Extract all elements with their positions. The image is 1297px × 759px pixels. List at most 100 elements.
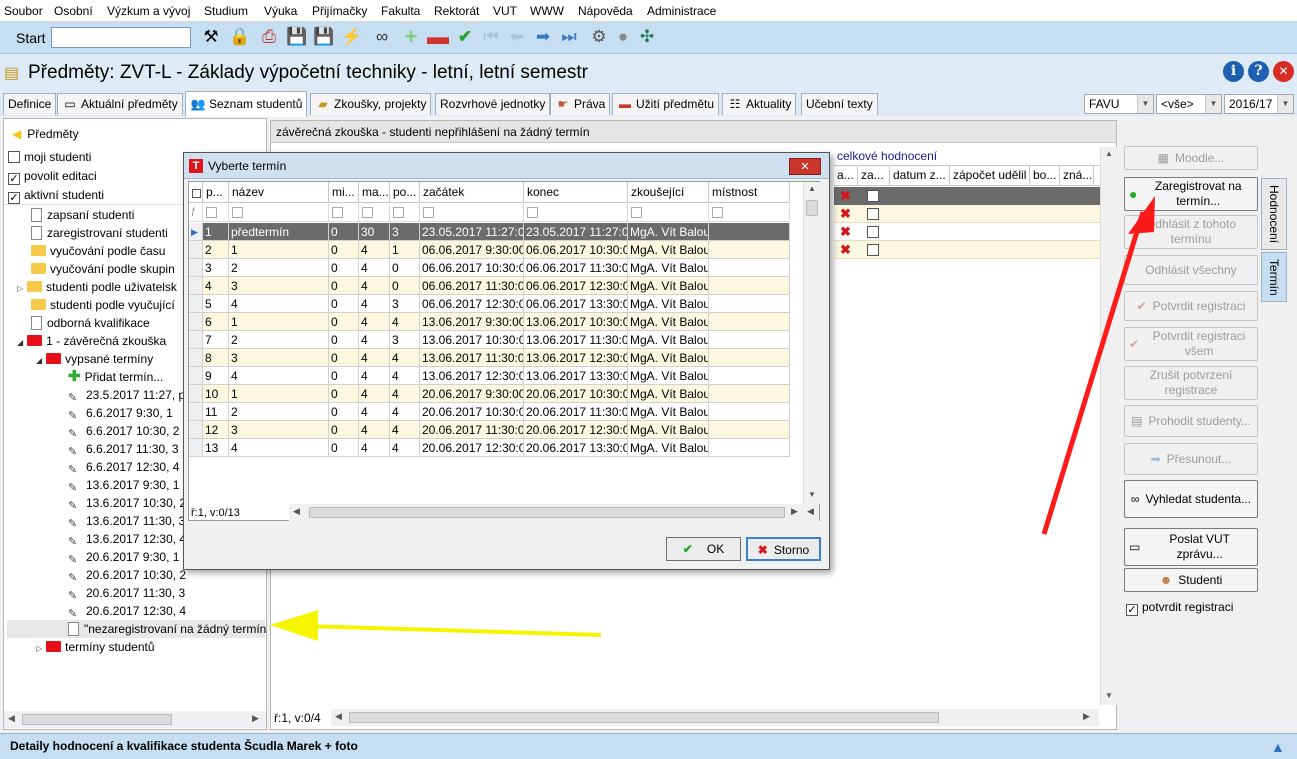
vtab-hodnoceni[interactable]: Hodnocení [1261, 178, 1287, 250]
confirm-registration-option[interactable]: ✓ potvrdit registraci [1126, 598, 1233, 616]
table-row[interactable]: 10 1 0 4 4 20.06.2017 9:30:00 20.06.2017 10:30… [189, 385, 790, 403]
menu-vyuka[interactable]: Výuka [264, 4, 297, 18]
dialog-vertical-scrollbar[interactable]: ▲ ▼ [803, 182, 820, 504]
table-row[interactable]: 4 3 0 4 0 06.06.2017 11:30:00 06.06.2017 12:30… [189, 277, 790, 295]
row-indicator[interactable] [189, 349, 203, 367]
info-icon[interactable]: i [1223, 61, 1244, 82]
row-indicator[interactable] [189, 277, 203, 295]
first-icon[interactable]: ⏮ [480, 26, 502, 48]
swap-students-button[interactable]: ▤ Prohodit studenty... [1124, 405, 1258, 437]
term-item[interactable]: ✎ 23.5.2017 11:27, p [68, 386, 185, 404]
column-header[interactable]: konec [524, 182, 628, 203]
year-select[interactable]: 2016/17 ▼ [1224, 94, 1294, 114]
column-header[interactable]: bo... [1030, 166, 1060, 185]
scroll-up-icon[interactable]: ▲ [1105, 149, 1113, 158]
delete-icon[interactable]: ✖ [840, 242, 851, 258]
collapse-icon[interactable]: ◢ [17, 338, 23, 347]
row-indicator[interactable] [189, 421, 203, 439]
scope-select[interactable]: <vše> ▼ [1156, 94, 1222, 114]
delete-icon[interactable]: ✖ [840, 188, 851, 204]
dialog-horizontal-scrollbar[interactable]: ◀ ▶ ◀ [289, 504, 819, 521]
column-header[interactable]: za... [858, 166, 890, 185]
chevron-down-icon[interactable]: ▼ [1137, 95, 1153, 113]
scroll-right-icon[interactable]: ▶ [252, 713, 259, 724]
term-item[interactable]: ✎ 13.6.2017 12:30, 4 [68, 530, 186, 548]
scroll-left-icon[interactable]: ◀ [8, 713, 15, 724]
term-item[interactable]: ✎ 13.6.2017 11:30, 3 [68, 512, 185, 530]
filter-cell[interactable] [709, 204, 790, 222]
vtab-termin[interactable]: Termín [1261, 252, 1287, 302]
lightning-icon[interactable]: ⚡ [341, 26, 363, 48]
checkbox[interactable] [8, 151, 20, 163]
table-row[interactable]: 5 4 0 4 3 06.06.2017 12:30:00 06.06.2017 13:30… [189, 295, 790, 313]
tree-item-selected[interactable]: "nezaregistrovaní na žádný termín [7, 620, 266, 638]
column-header[interactable]: zná... [1060, 166, 1094, 185]
next-icon[interactable]: ➡ [532, 26, 554, 48]
tab-aktuality[interactable]: ☷ Aktuality [722, 93, 797, 115]
column-header[interactable]: datum z... [890, 166, 950, 185]
last-icon[interactable]: ⏭ [558, 26, 580, 48]
scroll-down-icon[interactable]: ▼ [808, 490, 816, 499]
tree-item[interactable]: ▷ termíny studentů [36, 638, 155, 656]
unregister-all-button[interactable]: Odhlásit všechny [1124, 255, 1258, 285]
row-indicator[interactable] [189, 367, 203, 385]
moodle-button[interactable]: ▦ Moodle... [1124, 146, 1258, 170]
filter-cell[interactable] [203, 204, 229, 222]
faculty-select[interactable]: FAVU ▼ [1084, 94, 1154, 114]
table-row[interactable]: 11 2 0 4 4 20.06.2017 10:30:00 20.06.2017 11:3… [189, 403, 790, 421]
grid-horizontal-scrollbar[interactable]: ◀ ▶ [331, 709, 1099, 726]
term-item[interactable]: ✎ 20.6.2017 11:30, 3 [68, 584, 185, 602]
term-item[interactable]: ✎ 13.6.2017 10:30, 2 [68, 494, 186, 512]
filter-cell[interactable]: ƒ [189, 204, 203, 222]
checkbox[interactable] [192, 189, 201, 198]
table-row[interactable]: 7 2 0 4 3 13.06.2017 10:30:00 13.06.2017 11:30… [189, 331, 790, 349]
filter-cell[interactable] [390, 204, 420, 222]
expand-icon[interactable]: ▷ [36, 644, 42, 653]
menu-fakulta[interactable]: Fakulta [381, 4, 420, 18]
column-header[interactable]: a... [834, 166, 858, 185]
tree-item[interactable]: zapsaní studenti [31, 206, 134, 224]
table-row[interactable]: 13 4 0 4 4 20.06.2017 12:30:00 20.06.2017 13:3… [189, 439, 790, 457]
term-item[interactable]: ✎ 20.6.2017 9:30, 1 [68, 548, 179, 566]
delete-icon[interactable]: ✖ [840, 224, 851, 240]
column-header[interactable]: začátek [420, 182, 524, 203]
ok-button[interactable]: ✔ OK [666, 537, 741, 561]
close-icon[interactable]: ✕ [789, 158, 821, 175]
checkbox[interactable] [867, 244, 879, 256]
scroll-right-icon[interactable]: ▶ [791, 506, 798, 517]
tree-item[interactable]: odborná kvalifikace [31, 314, 150, 332]
scroll-thumb[interactable] [22, 714, 172, 725]
send-message-button[interactable]: ▭ Poslat VUT zprávu... [1124, 528, 1258, 566]
table-row[interactable]: ✖ [834, 205, 1102, 223]
checkbox[interactable] [867, 208, 879, 220]
table-row[interactable]: ✖ [834, 223, 1102, 241]
column-header[interactable]: p... [203, 182, 229, 203]
tab-uziti-predmetu[interactable]: ▬ Užití předmětu [612, 93, 720, 115]
scroll-left-icon[interactable]: ◀ [335, 711, 342, 722]
lock-icon[interactable]: 🔒 [229, 26, 251, 48]
filter-cell[interactable] [229, 204, 329, 222]
tree-item[interactable]: ◢ 1 - závěrečná zkouška [17, 332, 166, 350]
binoculars-icon[interactable]: ∞ [371, 26, 393, 48]
row-indicator[interactable] [189, 295, 203, 313]
storno-button[interactable]: ✖ Storno [746, 537, 821, 561]
term-item[interactable]: ✎ 13.6.2017 9:30, 1 [68, 476, 179, 494]
menu-vut[interactable]: VUT [493, 4, 517, 18]
scroll-right-icon[interactable]: ▶ [1083, 711, 1090, 722]
tab-seznam-studentu[interactable]: 👥 Seznam studentů [185, 91, 308, 117]
filter-cell[interactable] [329, 204, 359, 222]
option-moji-studenti[interactable]: moji studenti [8, 148, 91, 166]
term-item[interactable]: ✎ 6.6.2017 12:30, 4 [68, 458, 179, 476]
printer-icon[interactable]: ⎙ [258, 26, 280, 48]
move-button[interactable]: ➡ Přesunout... [1124, 443, 1258, 475]
term-item[interactable]: ✎ 20.6.2017 12:30, 4 [68, 602, 186, 620]
tab-rozvrhove-jednotky[interactable]: Rozvrhové jednotky [435, 93, 551, 115]
option-aktivni-studenti[interactable]: ✓ aktivní studenti [8, 186, 104, 204]
menu-www[interactable]: WWW [530, 4, 564, 18]
prev-icon[interactable]: ⬅ [506, 26, 528, 48]
globe-icon[interactable]: ● [612, 26, 634, 48]
column-header[interactable]: ma... [359, 182, 390, 203]
checkbox[interactable] [867, 190, 879, 202]
expand-up-icon[interactable]: ▲ [1271, 735, 1285, 759]
tab-zkousky-projekty[interactable]: ▰ Zkoušky, projekty [310, 93, 432, 115]
